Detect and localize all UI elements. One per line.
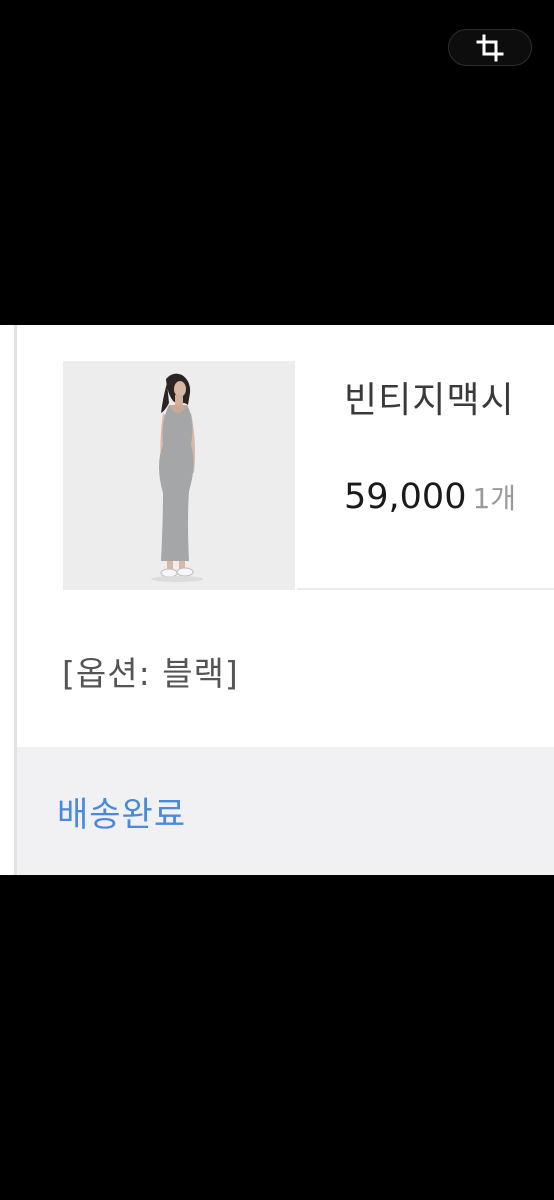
- order-item-card[interactable]: 빈티지맥시 59,000 1개 [옵션: 블랙] 배송완료: [0, 325, 554, 875]
- crop-icon: [476, 34, 504, 61]
- product-name[interactable]: 빈티지맥시: [344, 371, 515, 423]
- product-thumbnail[interactable]: [63, 361, 295, 590]
- product-option: [옵션: 블랙]: [62, 654, 239, 693]
- screen: 빈티지맥시 59,000 1개 [옵션: 블랙] 배송완료: [0, 0, 554, 1200]
- price-row: 59,000 1개: [344, 477, 516, 517]
- delivery-status-bar: 배송완료: [17, 747, 554, 875]
- delivery-status[interactable]: 배송완료: [57, 787, 186, 836]
- crop-button[interactable]: [448, 29, 532, 66]
- product-quantity: 1개: [472, 482, 517, 515]
- item-divider: [297, 588, 554, 590]
- product-price: 59,000: [344, 477, 467, 517]
- product-image: [63, 361, 295, 590]
